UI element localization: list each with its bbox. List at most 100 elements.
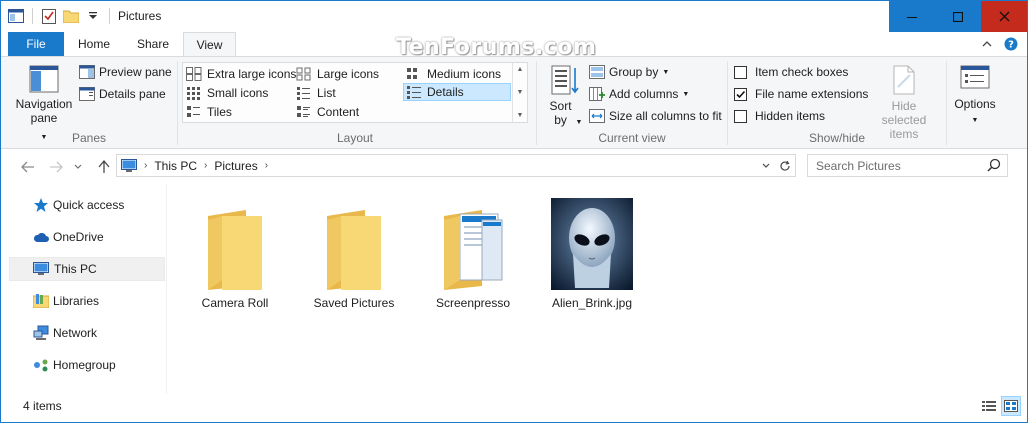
file-item-screenpresso[interactable]: Screenpresso [423,194,523,310]
extra-large-icons-icon [186,66,202,82]
address-bar[interactable]: › This PC › Pictures › [116,154,796,177]
layout-tiles[interactable]: Tiles [186,103,232,121]
checkmark-icon [736,90,746,98]
layout-large-icons[interactable]: Large icons [296,65,379,83]
hide-selected-items-icon [893,65,915,95]
nav-item-homegroup[interactable]: Homegroup [9,353,165,377]
svg-text:?: ? [1008,40,1014,51]
file-name-extensions-toggle[interactable]: File name extensions [734,84,868,104]
gallery-expand-icon[interactable]: ▼ [517,112,524,119]
back-button[interactable] [19,158,37,176]
layout-gallery: Extra large icons Large icons Medium ico… [182,62,528,123]
status-bar: 4 items [1,394,1027,422]
file-item-saved-pictures[interactable]: Saved Pictures [304,194,404,310]
layout-label: Extra large icons [207,67,297,81]
refresh-button[interactable] [777,158,793,174]
minimize-button[interactable] [889,1,935,32]
breadcrumb-chevron-icon[interactable]: › [141,160,150,171]
details-icon [406,84,422,100]
layout-group-label: Layout [336,131,374,145]
tab-share[interactable]: Share [123,32,183,56]
star-icon [33,197,49,213]
tab-home[interactable]: Home [65,32,123,56]
navigation-row: › This PC › Pictures › Search Pictures [1,150,1027,184]
layout-small-icons[interactable]: Small icons [186,84,268,102]
breadcrumb-chevron-icon[interactable]: › [262,160,271,171]
layout-content[interactable]: Content [296,103,359,121]
item-check-boxes-checkbox[interactable] [734,65,747,79]
layout-label: Large icons [317,67,380,81]
group-by-button[interactable]: Group by ▼ [589,62,669,82]
breadcrumb-this-pc[interactable]: This PC [150,159,201,173]
breadcrumb-pictures[interactable]: Pictures [210,159,261,173]
collapse-ribbon-icon[interactable] [979,36,995,52]
add-columns-button[interactable]: Add columns ▼ [589,84,689,104]
file-name-extensions-checkbox[interactable] [734,87,747,101]
nav-item-quick-access[interactable]: Quick access [9,193,165,217]
layout-list[interactable]: List [296,84,336,102]
layout-label: Small icons [207,86,269,100]
options-button[interactable]: Options ▼ [951,65,999,128]
hidden-items-checkbox[interactable] [734,109,747,123]
details-view-icon [982,401,996,411]
details-pane-icon [79,86,95,102]
layout-gallery-scroll[interactable]: ▲ ▼ ▼ [512,63,527,122]
up-arrow-icon [98,160,110,173]
layout-extra-large-icons[interactable]: Extra large icons [186,65,296,83]
item-check-boxes-toggle[interactable]: Item check boxes [734,62,848,82]
explorer-window: Pictures File Home Share View ? TenForum… [0,0,1028,423]
scroll-up-icon[interactable]: ▲ [517,66,524,73]
folder-with-content-icon [425,194,521,290]
scroll-down-icon[interactable]: ▼ [517,89,524,96]
file-item-alien-brink[interactable]: Alien_Brink.jpg [542,194,642,310]
customize-dropdown-icon[interactable] [84,7,102,25]
size-all-columns-button[interactable]: Size all columns to fit [589,106,722,126]
nav-item-onedrive[interactable]: OneDrive [9,225,165,249]
file-item-name: Screenpresso [435,296,511,310]
maximize-button[interactable] [935,1,981,32]
window-icon[interactable] [7,7,25,25]
nav-item-label: Network [53,326,98,340]
recent-locations-button[interactable] [72,158,84,176]
size-columns-icon [589,108,605,124]
details-pane-label: Details pane [99,87,166,101]
tab-file[interactable]: File [8,32,64,56]
sort-by-button[interactable]: Sort by ▼ [545,65,585,130]
nav-item-libraries[interactable]: Libraries [9,289,165,313]
address-history-dropdown[interactable] [759,158,773,174]
new-folder-icon[interactable] [62,7,80,25]
up-button[interactable] [95,158,113,176]
search-box[interactable]: Search Pictures [807,154,1008,177]
details-view-toggle[interactable] [979,396,999,416]
search-placeholder: Search Pictures [816,158,901,173]
breadcrumb-chevron-icon[interactable]: › [201,160,210,171]
details-pane-button[interactable]: Details pane [79,84,166,104]
close-button[interactable] [981,1,1027,32]
nav-item-network[interactable]: Network [9,321,165,345]
nav-item-this-pc[interactable]: This PC [9,257,165,281]
layout-medium-icons[interactable]: Medium icons [406,65,501,83]
window-title: Pictures [118,9,162,23]
help-icon[interactable]: ? [1003,36,1019,52]
file-item-camera-roll[interactable]: Camera Roll [185,194,285,310]
refresh-icon [780,160,790,171]
libraries-icon [33,293,49,309]
tab-view[interactable]: View [183,32,236,57]
hide-selected-items-button[interactable]: Hide selected items [866,65,942,141]
layout-details[interactable]: Details [403,83,511,101]
group-by-label: Group by [609,65,659,79]
navigation-pane-icon [29,65,59,93]
navigation-pane-label: Navigation pane [15,97,73,125]
preview-pane-button[interactable]: Preview pane [79,62,172,82]
minimize-icon [907,16,917,18]
properties-icon[interactable] [40,7,58,25]
small-icons-icon [186,85,202,101]
hidden-items-label: Hidden items [755,109,826,123]
maximize-icon [953,11,963,22]
large-icons-view-toggle[interactable] [1001,396,1021,416]
forward-button[interactable] [47,158,65,176]
layout-label: Tiles [207,105,232,119]
hidden-items-toggle[interactable]: Hidden items [734,106,825,126]
search-icon[interactable] [987,158,1001,175]
current-view-group: Sort by ▼ Group by ▼ Add columns ▼ Size … [537,57,727,149]
